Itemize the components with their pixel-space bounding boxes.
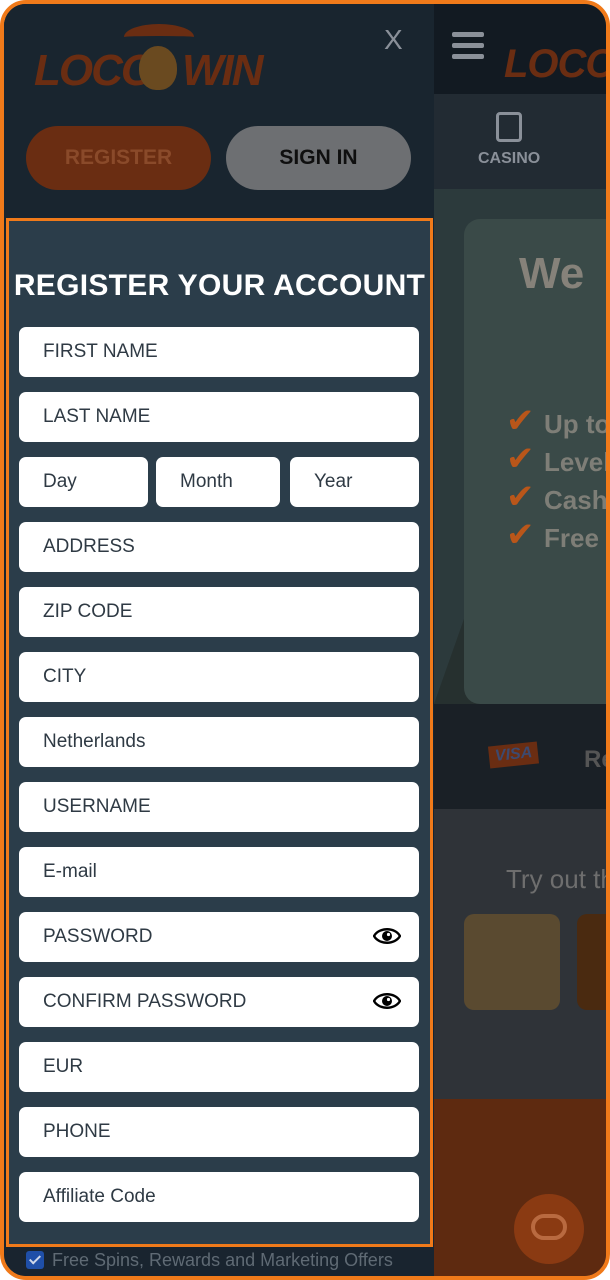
nav-casino[interactable]: CASINO xyxy=(478,150,540,168)
phone-frame: LOCO CASINO We ✔ Up to ✔ Level ✔ Cash ✔ … xyxy=(0,0,610,1280)
logo-text-loco: LOCO xyxy=(34,46,155,95)
side-menu-header: LOCO WIN X REGISTER SIGN IN xyxy=(4,4,434,219)
phone-field[interactable]: PHONE xyxy=(19,1107,419,1157)
logo-text-win: WIN xyxy=(182,46,264,95)
last-name-field[interactable]: LAST NAME xyxy=(19,392,419,442)
games-heading: Try out th xyxy=(506,864,610,894)
chat-bubble-icon xyxy=(531,1214,567,1240)
zip-code-field[interactable]: ZIP CODE xyxy=(19,587,419,637)
eye-icon[interactable] xyxy=(373,926,401,946)
site-nav: CASINO xyxy=(434,94,606,189)
dob-day-field[interactable]: Day xyxy=(19,457,148,507)
side-menu: LOCO WIN X REGISTER SIGN IN REGISTER YOU… xyxy=(4,4,434,1276)
username-field[interactable]: USERNAME xyxy=(19,782,419,832)
hamburger-menu-icon[interactable] xyxy=(452,32,484,60)
hero-title: We xyxy=(519,249,585,298)
password-field[interactable]: PASSWORD xyxy=(19,912,419,962)
dob-month-field[interactable]: Month xyxy=(156,457,280,507)
slot-machine-icon xyxy=(496,112,522,142)
confirm-password-field[interactable]: CONFIRM PASSWORD xyxy=(19,977,419,1027)
checkmark-icon: ✔ xyxy=(506,402,535,440)
city-field[interactable]: CITY xyxy=(19,652,419,702)
chat-button[interactable] xyxy=(514,1194,584,1264)
hero-banner: We ✔ Up to ✔ Level ✔ Cash ✔ Free s xyxy=(434,189,610,704)
promo-footer xyxy=(434,1099,606,1276)
jester-face-icon xyxy=(139,46,177,90)
marketing-consent[interactable]: Free Spins, Rewards and Marketing Offers xyxy=(26,1250,393,1271)
hero-bullet: Cash xyxy=(544,485,608,515)
sign-in-button[interactable]: SIGN IN xyxy=(226,126,411,190)
register-button[interactable]: REGISTER xyxy=(26,126,211,190)
checkbox-checked-icon[interactable] xyxy=(26,1251,44,1269)
games-section: Try out th xyxy=(434,809,610,1099)
hero-bullet: Level xyxy=(544,447,610,477)
affiliate-code-field[interactable]: Affiliate Code xyxy=(19,1172,419,1222)
eye-icon[interactable] xyxy=(373,991,401,1011)
game-thumbnail[interactable] xyxy=(464,914,560,1010)
country-select[interactable]: Netherlands xyxy=(19,717,419,767)
email-field[interactable]: E-mail xyxy=(19,847,419,897)
password-label: PASSWORD xyxy=(43,926,153,947)
address-field[interactable]: ADDRESS xyxy=(19,522,419,572)
form-title: REGISTER YOUR ACCOUNT xyxy=(13,269,426,302)
hero-bullet: Up to xyxy=(544,409,610,439)
payment-logo: Re xyxy=(584,746,606,773)
checkmark-icon: ✔ xyxy=(506,516,535,554)
register-form: REGISTER YOUR ACCOUNT FIRST NAME LAST NA… xyxy=(6,218,433,1247)
hero-bullet: Free s xyxy=(544,523,606,553)
checkmark-icon: ✔ xyxy=(506,478,535,516)
background-page: LOCO CASINO We ✔ Up to ✔ Level ✔ Cash ✔ … xyxy=(434,4,610,1276)
dob-year-field[interactable]: Year xyxy=(290,457,419,507)
close-menu-button[interactable]: X xyxy=(384,24,403,56)
confirm-password-label: CONFIRM PASSWORD xyxy=(43,991,247,1012)
site-logo[interactable]: LOCO xyxy=(504,42,606,87)
site-header: LOCO xyxy=(434,4,606,94)
visa-logo: VISA xyxy=(487,741,540,769)
currency-select[interactable]: EUR xyxy=(19,1042,419,1092)
game-thumbnail[interactable] xyxy=(577,914,606,1010)
first-name-field[interactable]: FIRST NAME xyxy=(19,327,419,377)
checkmark-icon: ✔ xyxy=(506,440,535,478)
consent-label: Free Spins, Rewards and Marketing Offers xyxy=(52,1250,393,1270)
payment-strip: VISA Re xyxy=(434,704,606,809)
